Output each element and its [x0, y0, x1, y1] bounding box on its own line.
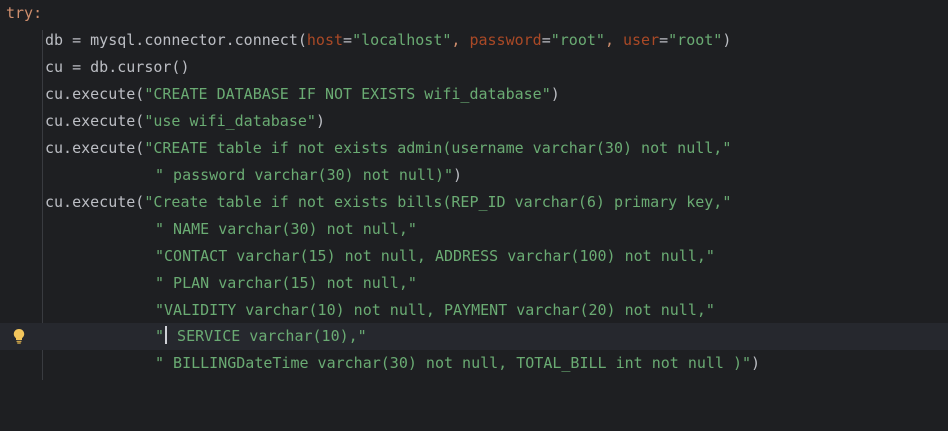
sql-string: "CONTACT varchar(15) not null, ADDRESS v… — [155, 247, 715, 265]
password-param: password — [469, 31, 542, 49]
connect-call: db = mysql.connector.connect( — [45, 31, 307, 49]
cursor-assign: cu = db.cursor() — [45, 58, 190, 76]
code-line-11[interactable]: " PLAN varchar(15) not null," — [0, 270, 417, 297]
user-value: "root" — [668, 31, 723, 49]
sql-string: " NAME varchar(30) not null," — [155, 220, 417, 238]
equals: = — [659, 31, 669, 49]
colon: : — [33, 4, 43, 22]
host-param: host — [306, 31, 344, 49]
host-value: "localhost" — [352, 31, 452, 49]
password-value: "root" — [550, 31, 605, 49]
code-line-13-current[interactable]: " SERVICE varchar(10)," — [0, 323, 948, 350]
try-keyword: try — [6, 4, 34, 22]
sql-string: "CREATE DATABASE IF NOT EXISTS wifi_data… — [144, 85, 551, 103]
execute-call: cu.execute( — [45, 193, 145, 211]
code-line-10[interactable]: "CONTACT varchar(15) not null, ADDRESS v… — [0, 243, 715, 270]
code-line-5[interactable]: cu.execute("use wifi_database") — [0, 108, 325, 135]
comma: , — [451, 31, 470, 49]
sql-string: "CREATE table if not exists admin(userna… — [144, 139, 732, 157]
sql-string: " password varchar(30) not null)" — [155, 166, 454, 184]
close-paren: ) — [453, 166, 463, 184]
code-line-1[interactable]: try: — [0, 0, 42, 27]
sql-string: " PLAN varchar(15) not null," — [155, 274, 417, 292]
close-paren: ) — [315, 112, 325, 130]
execute-call: cu.execute( — [45, 112, 145, 130]
user-param: user — [623, 31, 660, 49]
sql-string: "VALIDITY varchar(10) not null, PAYMENT … — [155, 301, 715, 319]
execute-call: cu.execute( — [45, 139, 145, 157]
code-line-9[interactable]: " NAME varchar(30) not null," — [0, 216, 417, 243]
execute-call: cu.execute( — [45, 85, 145, 103]
sql-string: " BILLINGDateTime varchar(30) not null, … — [155, 354, 752, 372]
close-paren: ) — [550, 85, 560, 103]
code-line-3[interactable]: cu = db.cursor() — [0, 54, 190, 81]
comma: , — [604, 31, 623, 49]
code-line-7[interactable]: " password varchar(30) not null)") — [0, 162, 462, 189]
code-line-6[interactable]: cu.execute("CREATE table if not exists a… — [0, 135, 731, 162]
close-paren: ) — [722, 31, 732, 49]
code-line-12[interactable]: "VALIDITY varchar(10) not null, PAYMENT … — [0, 297, 715, 324]
code-editor[interactable]: try: db = mysql.connector.connect(host="… — [0, 0, 948, 424]
code-line-14[interactable]: " BILLINGDateTime varchar(30) not null, … — [0, 350, 760, 377]
equals: = — [541, 31, 551, 49]
close-paren: ) — [751, 354, 761, 372]
sql-string: "use wifi_database" — [144, 112, 316, 130]
sql-string: SERVICE varchar(10)," — [168, 327, 367, 345]
text-caret — [165, 326, 168, 344]
equals: = — [343, 31, 353, 49]
code-line-8[interactable]: cu.execute("Create table if not exists b… — [0, 189, 731, 216]
sql-string-open-quote: " — [155, 327, 165, 345]
code-line-4[interactable]: cu.execute("CREATE DATABASE IF NOT EXIST… — [0, 81, 560, 108]
sql-string: "Create table if not exists bills(REP_ID… — [144, 193, 732, 211]
lightbulb-icon[interactable] — [12, 328, 26, 344]
code-line-2[interactable]: db = mysql.connector.connect(host="local… — [0, 27, 731, 54]
